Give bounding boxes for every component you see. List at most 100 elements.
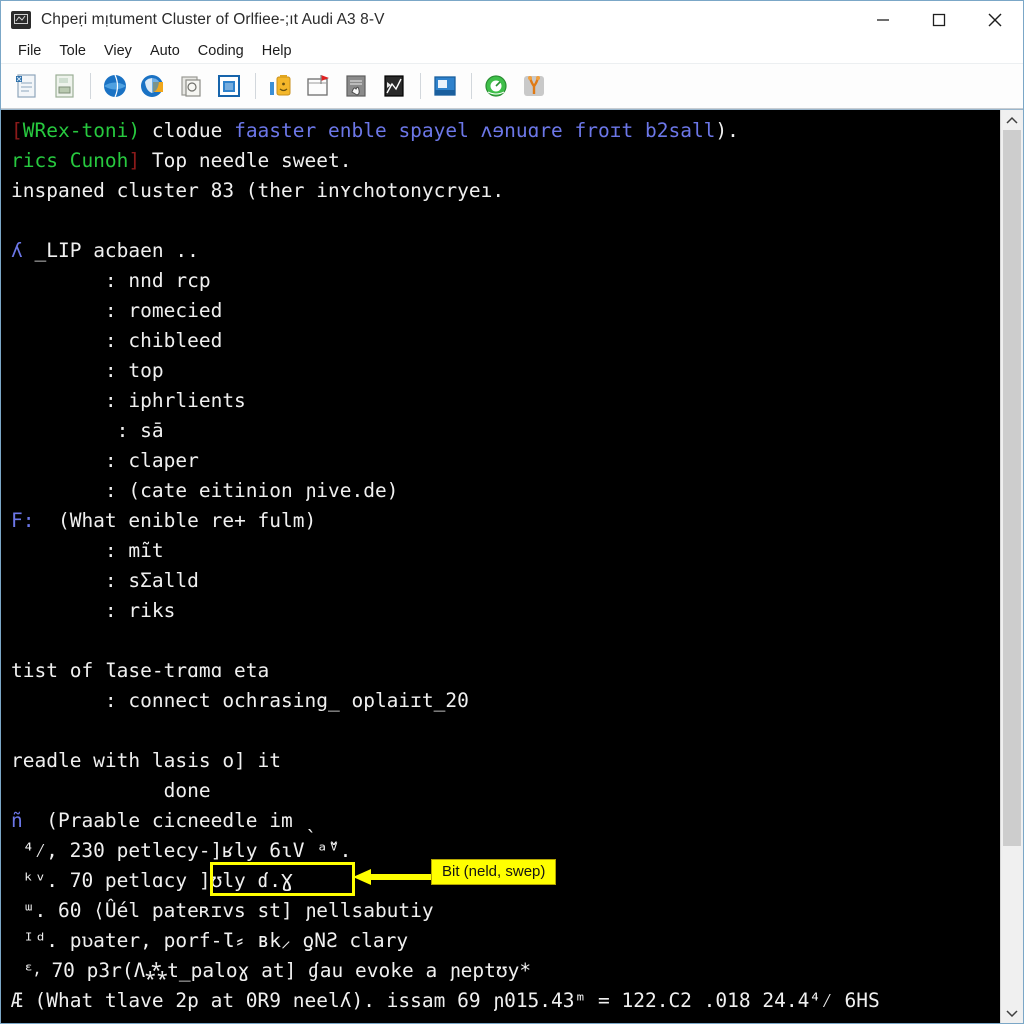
toolbar-separator <box>255 73 256 99</box>
app-window: Chpeṛi mı̣tument Cluster of Orlfiee-;ıt … <box>0 0 1024 1024</box>
terminal-line: : riks <box>11 596 1000 626</box>
terminal-text: ʎ <box>11 239 23 262</box>
terminal-line: [WRex-toni) clodue faaster enble spayel … <box>11 116 1000 146</box>
menu-item-file[interactable]: File <box>9 43 50 59</box>
maximize-button[interactable] <box>911 1 967 39</box>
terminal-text: ᵋ⸴ 70 p3r(Ʌ⁂t_paloɣ at] ɠau evoke a ɲept… <box>11 959 532 982</box>
battery-yellow-icon[interactable] <box>263 69 297 103</box>
vertical-scrollbar[interactable] <box>1000 110 1023 1023</box>
terminal-text: _LIP acbaen .. <box>22 239 199 262</box>
chart-dark-icon[interactable] <box>377 69 411 103</box>
terminal-text: ᵏᵛ. 70 petlɑcy ]ʊly ɗ.Ɣ <box>11 869 293 892</box>
new-document-icon[interactable] <box>9 69 43 103</box>
terminal-line <box>11 626 1000 656</box>
terminal-text: readle with lasis o] it <box>11 749 282 772</box>
terminal-text: ). <box>715 119 739 142</box>
terminal-line: readle with lasis o] it <box>11 746 1000 776</box>
terminal-text: : claper <box>11 449 199 472</box>
window-blue-icon[interactable] <box>212 69 246 103</box>
terminal-text: ] <box>128 149 141 172</box>
calendar-flag-icon[interactable] <box>301 69 335 103</box>
terminal-output[interactable]: [WRex-toni) clodue faaster enble spayel … <box>1 110 1000 1023</box>
terminal-text: : connect ochrasing_ oplaiɪt_20 <box>11 689 469 712</box>
callout-label: Bit (neld, swep) <box>431 859 557 885</box>
terminal-line: rics Cunoh] Top needle sweet. <box>11 146 1000 176</box>
terminal-line: Æ (What tlave 2p at 0R9 neelʎ). issam 69… <box>11 986 1000 1016</box>
toolbar-separator <box>90 73 91 99</box>
terminal-line: : sā <box>11 416 1000 446</box>
terminal-line <box>11 1016 1000 1023</box>
terminal-text: : (cate eitinion ɲive.de) <box>11 479 399 502</box>
menu-item-help[interactable]: Help <box>253 43 301 59</box>
terminal-text: (What enible re+ fulm) <box>34 509 317 532</box>
menu-item-viey[interactable]: Viey <box>95 43 141 59</box>
menu-bar: File Tole Viey Auto Coding Help <box>1 39 1023 64</box>
menu-item-auto[interactable]: Auto <box>141 43 189 59</box>
scroll-up-button[interactable] <box>1001 110 1023 130</box>
terminal-text: done <box>11 779 211 802</box>
terminal-text: ᴵᵈ. pʋater, porf-Ɩ⸗ ʙk⸝ ƍNƧ clary <box>11 929 409 952</box>
scrollbar-track[interactable] <box>1001 130 1023 1003</box>
terminal-text: : sā <box>11 419 164 442</box>
title-bar: Chpeṛi mı̣tument Cluster of Orlfiee-;ıt … <box>1 1 1023 39</box>
copy-pages-icon[interactable] <box>174 69 208 103</box>
terminal-text: Top needle sweet. <box>140 149 352 172</box>
terminal-line: : romecied <box>11 296 1000 326</box>
terminal-text: F: <box>11 509 35 532</box>
terminal-text: ⁴⁄, 230 petlecy-]ʁly 6ɩV ᵃ̌ⱽ. <box>11 839 352 862</box>
terminal-line: : (cate eitinion ɲive.de) <box>11 476 1000 506</box>
terminal-text: : riks <box>11 599 176 622</box>
terminal-text: : top <box>11 359 164 382</box>
scrollbar-thumb[interactable] <box>1003 130 1021 846</box>
terminal-line: done <box>11 776 1000 806</box>
terminal-text: : chibleed <box>11 329 223 352</box>
terminal-line: F: (What enible re+ fulm) <box>11 506 1000 536</box>
terminal-line <box>11 716 1000 746</box>
globe-shield-icon[interactable] <box>136 69 170 103</box>
terminal-text: faaster enble spayel ʌɘnuɑre froɪt b2sal… <box>234 119 716 142</box>
terminal-text: : sƩalld <box>11 569 199 592</box>
terminal-line: ᴵᵈ. pʋater, porf-Ɩ⸗ ʙk⸝ ƍNƧ clary <box>11 926 1000 956</box>
terminal-text: : nnd rcp <box>11 269 211 292</box>
terminal-text: ñ <box>11 809 23 832</box>
terminal-text: [ <box>11 119 23 142</box>
terminal-text: Æ (What tlave 2p at 0R9 neelʎ). issam 69… <box>11 989 880 1012</box>
terminal-line: ᵋ⸴ 70 p3r(Ʌ⁂t_paloɣ at] ɠau evoke a ɲept… <box>11 956 1000 986</box>
gauge-green-icon[interactable] <box>479 69 513 103</box>
toolbar <box>1 64 1023 109</box>
terminal-text: : mĩt <box>11 539 164 562</box>
minimize-button[interactable] <box>855 1 911 39</box>
window-title: Chpeṛi mı̣tument Cluster of Orlfiee-;ıt … <box>41 11 385 28</box>
terminal-text: inspaned cluster 83 (ther inʏchotonycrye… <box>11 179 505 202</box>
tool-orange-icon[interactable] <box>517 69 551 103</box>
document-hand-icon[interactable] <box>339 69 373 103</box>
terminal-text: tist of Ɩase-trɑmɑ eta <box>11 659 270 682</box>
terminal-line: : top <box>11 356 1000 386</box>
terminal-text: rics Cunoh <box>11 149 129 172</box>
toolbar-separator <box>471 73 472 99</box>
globe-blue-icon[interactable] <box>98 69 132 103</box>
terminal-line: : sƩalld <box>11 566 1000 596</box>
monitor-icon <box>11 11 31 29</box>
screen-blue-icon[interactable] <box>428 69 462 103</box>
scroll-down-button[interactable] <box>1001 1003 1023 1023</box>
terminal-text: : iphrlients <box>11 389 246 412</box>
terminal-line: : chibleed <box>11 326 1000 356</box>
terminal-line: : nnd rcp <box>11 266 1000 296</box>
window-controls <box>855 1 1023 39</box>
terminal-line: : connect ochrasing_ oplaiɪt_20 <box>11 686 1000 716</box>
terminal-text: clodue <box>140 119 235 142</box>
terminal-line: : claper <box>11 446 1000 476</box>
terminal-text: (Praable cicneedle im ̖ <box>22 809 305 832</box>
open-document-icon[interactable] <box>47 69 81 103</box>
menu-item-tole[interactable]: Tole <box>50 43 95 59</box>
menu-item-coding[interactable]: Coding <box>189 43 253 59</box>
terminal-line: inspaned cluster 83 (ther inʏchotonycrye… <box>11 176 1000 206</box>
close-button[interactable] <box>967 1 1023 39</box>
toolbar-separator <box>420 73 421 99</box>
terminal-area: [WRex-toni) clodue faaster enble spayel … <box>1 109 1023 1023</box>
terminal-text: WRex-toni) <box>22 119 141 142</box>
